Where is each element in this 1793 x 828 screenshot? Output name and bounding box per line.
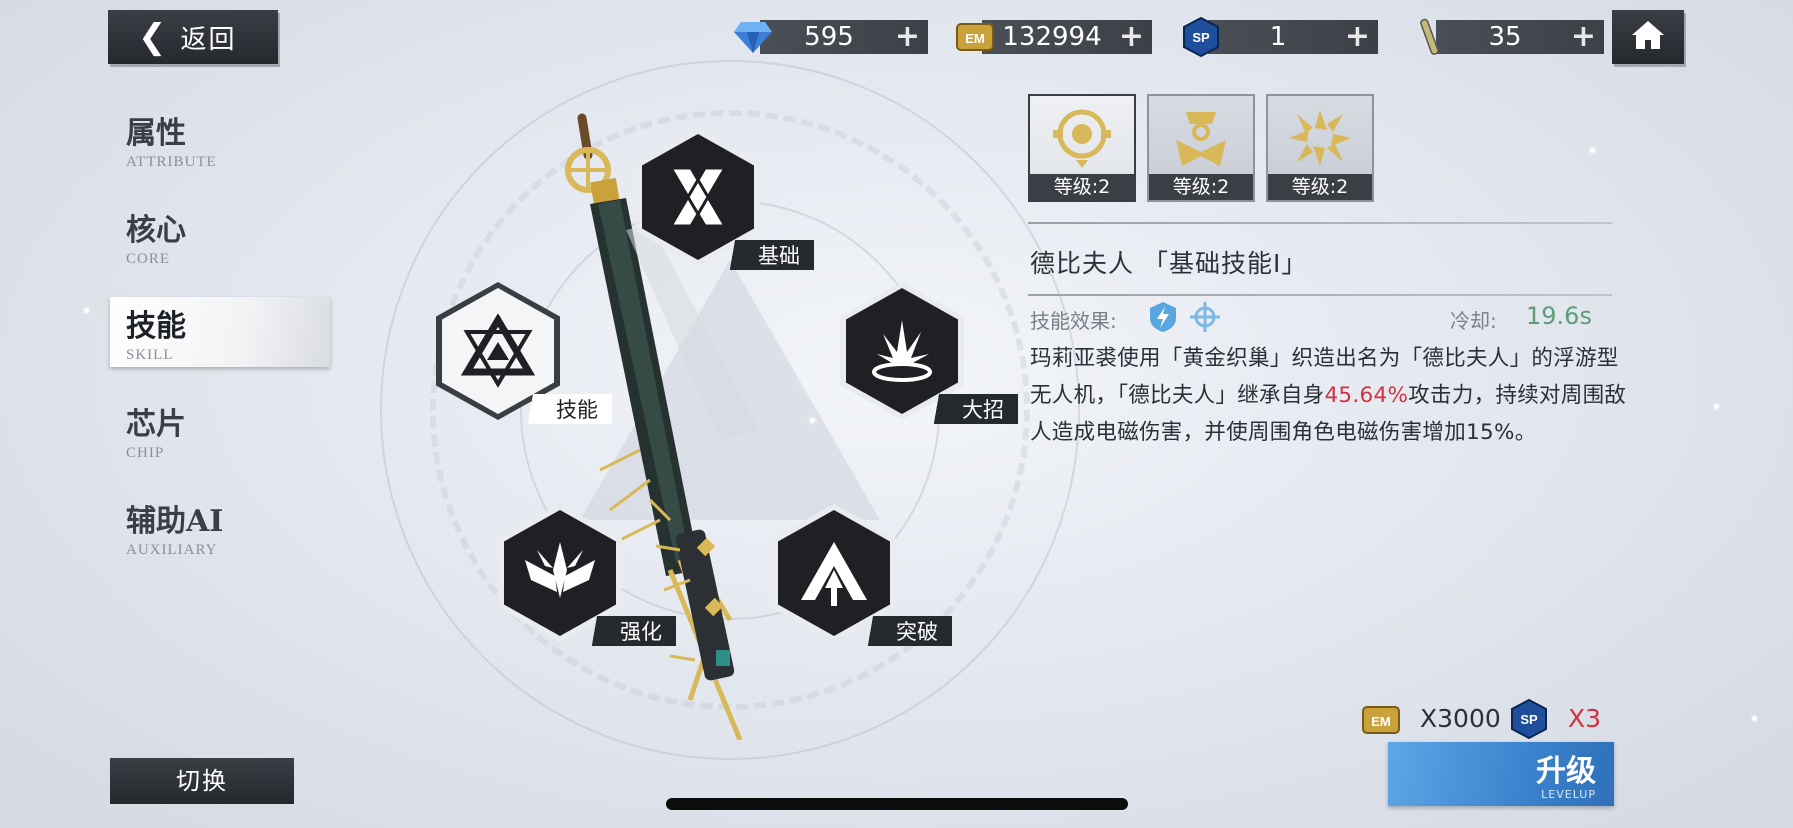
lightning-shield-icon xyxy=(1146,300,1180,338)
triangle-star-icon xyxy=(461,314,535,388)
cooldown-value: 19.6s xyxy=(1526,302,1592,330)
back-chevron-icon: ❮ xyxy=(138,17,167,57)
levelup-button[interactable]: 升级 LEVELUP xyxy=(1388,742,1614,806)
nav-label-cn: 属性 xyxy=(126,116,186,151)
skill-effect-label: 技能效果: xyxy=(1030,309,1117,333)
home-icon xyxy=(1630,19,1666,55)
divider xyxy=(1028,222,1612,224)
back-label: 返回 xyxy=(180,24,237,55)
home-indicator[interactable] xyxy=(666,798,1128,810)
diamond-icon xyxy=(732,16,774,58)
sparkle xyxy=(1752,716,1757,721)
sparkle xyxy=(84,308,89,313)
skill-description: 玛莉亚裘使用「黄金织巢」织造出名为「德比夫人」的浮游型无人机，「德比夫人」继承自… xyxy=(1030,340,1630,451)
skill-node-skill-label: 技能 xyxy=(512,394,612,424)
sidebar-item-attribute[interactable]: 属性 ATTRIBUTE xyxy=(126,108,336,178)
skill-tab-3[interactable]: 等级:2 xyxy=(1266,94,1374,202)
nav-label-cn: 芯片 xyxy=(126,407,186,442)
switch-button[interactable]: 切换 xyxy=(110,758,294,804)
skill-node-basic-label: 基础 xyxy=(714,240,814,270)
skill-node-ultimate-label: 大招 xyxy=(918,394,1018,424)
nav-label-cn: 核心 xyxy=(126,213,186,248)
skill-tab-1[interactable]: 等级:2 xyxy=(1028,94,1136,202)
sp-badge-icon: SP xyxy=(1508,698,1550,744)
em-coin-icon: EM xyxy=(954,16,996,58)
drone-eye-icon xyxy=(1030,102,1134,174)
currency-value: 595 xyxy=(804,22,854,52)
add-stamina-button[interactable]: + xyxy=(1571,20,1596,54)
svg-text:EM: EM xyxy=(1371,714,1391,729)
nav-label-en: SKILL xyxy=(126,347,174,363)
x-cross-icon xyxy=(668,166,728,228)
home-button[interactable] xyxy=(1612,10,1684,64)
add-crystal-button[interactable]: + xyxy=(895,20,920,54)
skill-node-breakthrough-label: 突破 xyxy=(852,616,952,646)
em-coin-icon: EM xyxy=(1360,702,1402,742)
currency-sp: SP 1 + xyxy=(1180,16,1378,58)
sparkle xyxy=(1590,148,1595,153)
levelup-label: 升级 xyxy=(1536,754,1596,789)
emblem-icon xyxy=(1149,102,1253,174)
skill-tab-2[interactable]: 等级:2 xyxy=(1147,94,1255,202)
back-button[interactable]: ❮ 返回 xyxy=(108,10,278,64)
sidebar-item-auxiliary[interactable]: 辅助AI AUXILIARY xyxy=(126,496,336,566)
currency-crystal: 595 + xyxy=(732,20,928,54)
crown-wings-icon xyxy=(525,542,595,598)
pinwheel-icon xyxy=(1268,102,1372,174)
svg-text:EM: EM xyxy=(965,31,985,46)
skill-node-enhance-label: 强化 xyxy=(576,616,676,646)
currency-stamina: 35 + xyxy=(1408,18,1604,55)
skill-tab-level: 等级:2 xyxy=(1030,174,1134,200)
stick-icon xyxy=(1408,16,1450,58)
currency-em: EM 132994 + xyxy=(954,20,1152,54)
skill-tab-level: 等级:2 xyxy=(1149,174,1253,200)
sparkle xyxy=(1714,404,1719,409)
em-cost: X3000 xyxy=(1420,704,1501,733)
nav-label-en: AUXILIARY xyxy=(126,542,218,558)
crosshair-icon xyxy=(1188,300,1222,338)
add-em-button[interactable]: + xyxy=(1119,20,1144,54)
nav-label-en: ATTRIBUTE xyxy=(126,154,217,170)
arrow-up-icon xyxy=(801,542,867,606)
sidebar-item-core[interactable]: 核心 CORE xyxy=(126,205,336,275)
sp-badge-icon: SP xyxy=(1180,16,1222,58)
currency-value: 132994 xyxy=(1002,22,1102,52)
skill-tab-level: 等级:2 xyxy=(1268,174,1372,200)
sp-cost: X3 xyxy=(1568,704,1602,733)
skill-title: 德比夫人 「基础技能Ⅰ」 xyxy=(1030,249,1308,278)
svg-text:SP: SP xyxy=(1520,712,1538,727)
add-sp-button[interactable]: + xyxy=(1345,20,1370,54)
nav-label-en: CHIP xyxy=(126,445,165,461)
sidebar-item-chip[interactable]: 芯片 CHIP xyxy=(126,399,336,469)
cooldown-label: 冷却: xyxy=(1450,309,1497,333)
sidebar-item-skill[interactable]: 技能 SKILL xyxy=(110,297,330,367)
nav-label-cn: 辅助AI xyxy=(126,504,224,539)
nav-label-en: CORE xyxy=(126,251,171,267)
currency-value: 35 xyxy=(1488,22,1522,52)
levelup-sublabel: LEVELUP xyxy=(1541,788,1596,801)
divider xyxy=(1028,294,1612,296)
nav-label-cn: 技能 xyxy=(126,309,186,344)
burst-icon xyxy=(872,320,932,382)
desc-highlight: 45.64% xyxy=(1324,383,1409,408)
currency-value: 1 xyxy=(1269,22,1287,52)
svg-text:SP: SP xyxy=(1192,30,1210,45)
